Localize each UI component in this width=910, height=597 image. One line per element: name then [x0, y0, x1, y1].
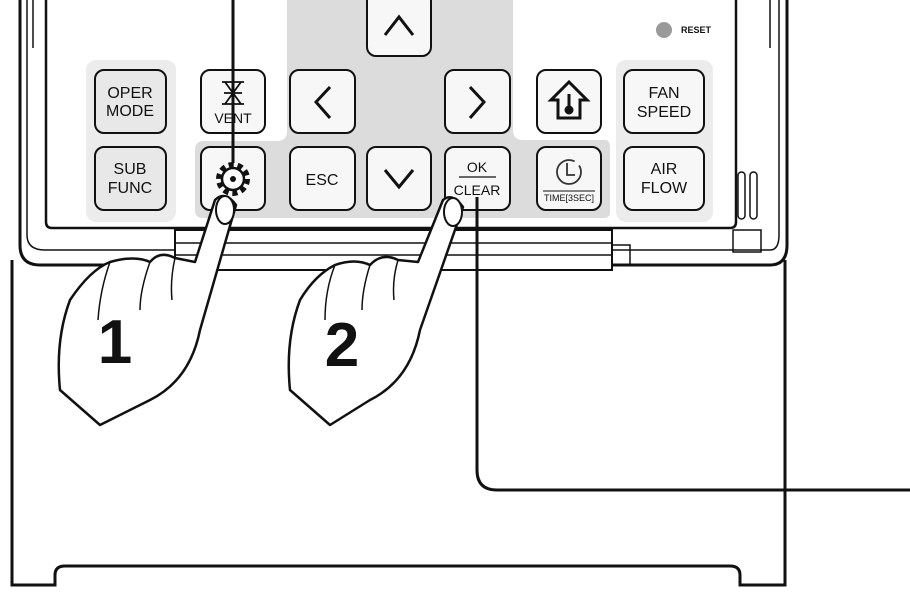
right-button[interactable] [444, 69, 511, 134]
fan-speed-button[interactable]: FAN SPEED [623, 69, 705, 134]
step-number-1: 1 [98, 308, 132, 377]
svg-text:OPER: OPER [107, 85, 152, 102]
vent-slot [737, 171, 746, 220]
svg-text:AIR: AIR [651, 161, 678, 178]
home-temperature-button[interactable] [536, 69, 602, 134]
svg-text:FUNC: FUNC [108, 180, 152, 197]
oper-mode-button[interactable]: OPER MODE [94, 69, 167, 134]
svg-text:SPEED: SPEED [637, 104, 691, 121]
step-number-2: 2 [325, 311, 359, 380]
hand-pointer-1: 1 [57, 194, 238, 427]
rail-latch [611, 244, 631, 266]
left-button[interactable] [289, 69, 356, 134]
up-button[interactable] [366, 0, 432, 57]
svg-text:TIME[3SEC]: TIME[3SEC] [544, 193, 594, 203]
svg-text:OK: OK [467, 159, 488, 175]
down-button[interactable] [366, 146, 432, 211]
svg-text:SUB: SUB [114, 161, 147, 178]
esc-button[interactable]: ESC [289, 146, 356, 211]
sub-func-button[interactable]: SUB FUNC [94, 146, 167, 211]
svg-text:FAN: FAN [648, 85, 679, 102]
time-button[interactable]: TIME[3SEC] [536, 146, 602, 211]
reset-button[interactable] [656, 22, 672, 38]
svg-text:ESC: ESC [306, 172, 339, 189]
air-flow-button[interactable]: AIR FLOW [623, 146, 705, 211]
reset-label: RESET [681, 25, 712, 35]
remote-controller-diagram: RESET OPER MODE VENT FAN SPEED SUB FUNC … [10, 0, 910, 587]
svg-text:FLOW: FLOW [641, 180, 688, 197]
svg-text:CLEAR: CLEAR [454, 182, 501, 198]
vent-slot [749, 171, 758, 220]
svg-text:MODE: MODE [106, 103, 154, 120]
corner-tab [732, 229, 762, 253]
